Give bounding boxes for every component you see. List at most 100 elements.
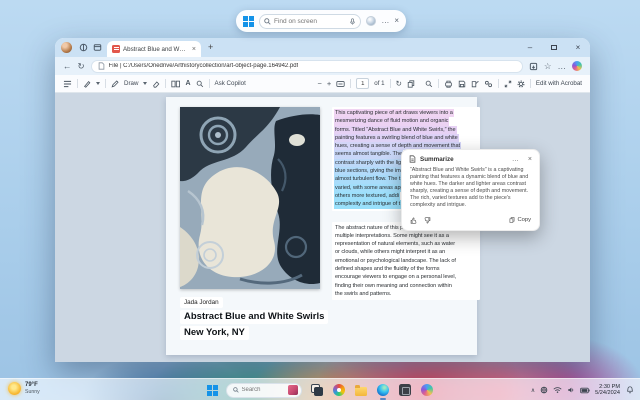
- edit-with-acrobat-button[interactable]: Edit with Acrobat: [536, 80, 582, 87]
- active-tab[interactable]: Abstract Blue and White Swirls by J ×: [107, 41, 201, 57]
- window-close-button[interactable]: ×: [566, 38, 590, 57]
- find-on-screen-input-pill[interactable]: [259, 14, 361, 29]
- taskbar-search-box[interactable]: [226, 383, 302, 398]
- search-icon: [264, 18, 271, 25]
- summarize-close-icon[interactable]: ×: [528, 156, 532, 163]
- text-line: emotional or psychological landscape. Th…: [334, 257, 457, 265]
- more-options-icon[interactable]: …: [381, 17, 389, 25]
- fullscreen-icon[interactable]: [504, 80, 512, 88]
- task-view-button[interactable]: [310, 383, 324, 397]
- text-line: defined shapes and the fluidity of the f…: [334, 265, 440, 273]
- text-line: multiple interpretations. Some might see…: [334, 232, 450, 240]
- page-number-input[interactable]: [356, 78, 369, 89]
- highlighted-line: forms. Titled “Abstract Blue and White S…: [334, 126, 457, 134]
- copy-page-icon[interactable]: [407, 80, 415, 88]
- tab-title: Abstract Blue and White Swirls by J: [123, 46, 189, 53]
- wifi-icon[interactable]: [553, 386, 562, 394]
- tab-actions-menu-icon[interactable]: [91, 42, 103, 54]
- eraser-icon[interactable]: [152, 80, 160, 88]
- copy-label: Copy: [517, 217, 531, 223]
- save-as-icon[interactable]: [471, 80, 479, 88]
- highlighted-line: almost turbulent flow. The t: [334, 175, 401, 183]
- back-icon[interactable]: ←: [63, 62, 72, 71]
- window-maximize-button[interactable]: [542, 38, 566, 57]
- highlight-dropdown-icon[interactable]: [96, 82, 100, 85]
- more-tools-icon[interactable]: [484, 80, 493, 88]
- highlighted-line: mesmerizing dance of fluid motion and or…: [334, 117, 449, 125]
- thumbs-down-icon[interactable]: [424, 217, 431, 224]
- clock-widget[interactable]: 2:30 PM 5/24/2024: [595, 384, 620, 397]
- edge-copilot-icon[interactable]: [572, 61, 582, 71]
- microphone-icon[interactable]: [349, 18, 356, 25]
- taskbar-search-icon: [233, 387, 239, 393]
- copy-icon: [509, 217, 515, 223]
- taskbar-search-input[interactable]: [242, 387, 285, 393]
- copilot-orb-icon[interactable]: [366, 16, 376, 26]
- notification-bell-button[interactable]: [625, 386, 635, 394]
- summarize-more-icon[interactable]: …: [512, 156, 519, 163]
- draw-dropdown-icon[interactable]: [143, 82, 147, 85]
- profile-avatar[interactable]: [61, 42, 72, 53]
- taskbar-app-edge[interactable]: [376, 383, 390, 397]
- highlight-tool-icon[interactable]: [83, 80, 91, 88]
- bell-icon: [626, 386, 634, 394]
- tab-close-icon[interactable]: ×: [192, 46, 196, 53]
- address-pill[interactable]: File | C:/Users/Onedrive/Arthistorycolle…: [91, 60, 523, 73]
- battery-icon[interactable]: [580, 387, 590, 394]
- summarize-document-icon: [409, 155, 416, 163]
- copy-button[interactable]: Copy: [509, 217, 531, 223]
- start-button[interactable]: [207, 385, 218, 396]
- windows-logo-icon: [243, 16, 254, 27]
- tray-chevron-up-icon[interactable]: ∧: [531, 387, 535, 394]
- summarize-popup: Summarize … × “Abstract Blue and White S…: [401, 149, 540, 231]
- desktop: … × Abstract Blue and White Swirls by J …: [0, 0, 640, 400]
- find-on-screen-bar: … ×: [236, 10, 406, 32]
- volume-icon[interactable]: [567, 386, 575, 394]
- language-globe-icon[interactable]: [540, 386, 548, 394]
- highlighted-line: contrast sharply with the lig: [334, 159, 402, 167]
- artwork-title: Abstract Blue and White Swirls: [180, 310, 328, 324]
- tab-strip: Abstract Blue and White Swirls by J × + …: [55, 38, 590, 57]
- read-aloud-icon[interactable]: A: [185, 80, 190, 87]
- print-icon[interactable]: [444, 80, 453, 88]
- taskbar: 79°F Sunny ∧ 2:30 PM: [0, 378, 640, 400]
- favorites-star-icon[interactable]: ☆: [544, 62, 552, 71]
- text-line: or clouds, while others might interpret …: [334, 248, 446, 256]
- zoom-in-icon[interactable]: +: [327, 79, 331, 88]
- settings-more-icon[interactable]: …: [558, 62, 567, 71]
- find-in-document-icon[interactable]: [425, 80, 433, 88]
- summarize-popup-title: Summarize: [420, 156, 503, 163]
- draw-pen-icon[interactable]: [111, 80, 119, 88]
- find-on-screen-input[interactable]: [274, 18, 346, 25]
- workspaces-icon[interactable]: [77, 42, 89, 54]
- page-view-icon[interactable]: [171, 80, 180, 88]
- artwork-location: New York, NY: [180, 326, 249, 340]
- taskbar-app-terminal[interactable]: [398, 383, 412, 397]
- pdf-toolbar-right: Edit with Acrobat: [425, 79, 582, 88]
- save-icon[interactable]: [458, 80, 466, 88]
- address-bar: ← ↻ File | C:/Users/Onedrive/Arthistoryc…: [55, 57, 590, 75]
- taskbar-app-photos[interactable]: [332, 383, 346, 397]
- pdf-toolbar-zoom: − + of 1 ↻: [318, 78, 415, 89]
- table-of-contents-icon[interactable]: [63, 80, 72, 88]
- taskbar-app-copilot[interactable]: [420, 383, 434, 397]
- ask-copilot-button[interactable]: Ask Copilot: [215, 80, 246, 87]
- highlighted-line: seems almost tangible. The: [334, 150, 403, 158]
- window-minimize-button[interactable]: –: [518, 38, 542, 57]
- pdf-settings-gear-icon[interactable]: [517, 80, 525, 88]
- search-document-icon[interactable]: [196, 80, 204, 88]
- url-text: File | C:/Users/Onedrive/Arthistorycolle…: [109, 63, 299, 69]
- draw-label[interactable]: Draw: [124, 80, 138, 87]
- taskbar-app-file-explorer[interactable]: [354, 383, 368, 397]
- pdf-toolbar: Draw A Ask Copilot − +: [55, 75, 590, 93]
- fit-to-width-icon[interactable]: [336, 80, 345, 88]
- search-highlight-thumbnail[interactable]: [288, 385, 298, 395]
- thumbs-up-icon[interactable]: [410, 217, 417, 224]
- refresh-icon[interactable]: ↻: [78, 62, 85, 71]
- close-find-bar-icon[interactable]: ×: [394, 17, 399, 25]
- zoom-out-icon[interactable]: −: [318, 79, 322, 88]
- new-tab-button[interactable]: +: [208, 43, 213, 52]
- rotate-icon[interactable]: ↻: [396, 79, 402, 88]
- highlighted-line: others more textured, addi: [334, 192, 400, 200]
- favorites-bar-icon[interactable]: [529, 62, 538, 71]
